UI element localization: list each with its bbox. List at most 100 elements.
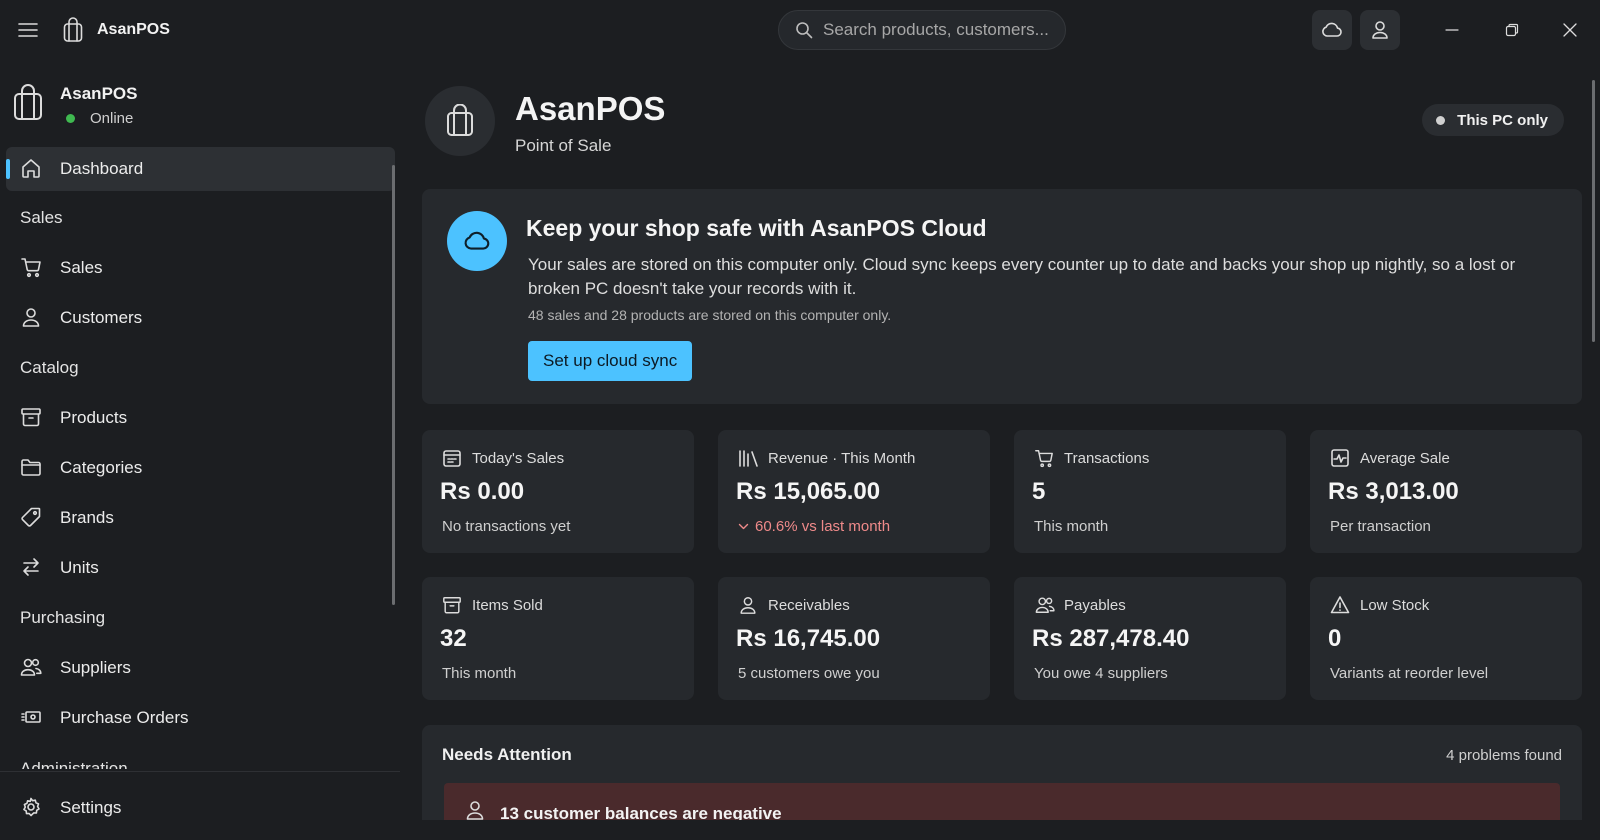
stat-card-payables[interactable]: Payables Rs 287,478.40 You owe 4 supplie… xyxy=(1014,577,1286,700)
sidebar-item-label: Settings xyxy=(60,798,122,817)
nav-section-sales: Sales xyxy=(20,208,63,227)
archive-icon xyxy=(442,595,462,615)
nav-section-purchasing: Purchasing xyxy=(20,608,106,627)
stat-card-average-sale[interactable]: Average Sale Rs 3,013.00 Per transaction xyxy=(1310,430,1582,553)
sidebar-item-label: Brands xyxy=(60,508,114,527)
status-text: Online xyxy=(90,110,134,127)
stat-label: Average Sale xyxy=(1360,450,1450,467)
main-content: AsanPOS Point of Sale This PC only Keep … xyxy=(410,60,1600,820)
storage-badge[interactable]: This PC only xyxy=(1422,104,1564,136)
stat-subtext: Per transaction xyxy=(1330,518,1431,535)
stat-label: Revenue · This Month xyxy=(768,450,916,467)
app-logo xyxy=(425,86,495,156)
setup-cloud-sync-button[interactable]: Set up cloud sync xyxy=(528,341,693,381)
home-icon xyxy=(20,157,42,179)
stat-card-receivables[interactable]: Receivables Rs 16,745.00 5 customers owe… xyxy=(718,577,990,700)
cloud-button[interactable] xyxy=(1312,10,1352,50)
stat-subtext: 5 customers owe you xyxy=(738,665,880,682)
stat-label: Low Stock xyxy=(1360,597,1430,614)
minimize-icon xyxy=(1445,23,1459,37)
search-icon xyxy=(795,21,813,39)
stat-value: 0 xyxy=(1328,625,1342,652)
stat-subtext: No transactions yet xyxy=(442,518,571,535)
cloud-promo-note: 48 sales and 28 products are stored on t… xyxy=(528,307,892,323)
sidebar-item-settings[interactable]: Settings xyxy=(6,786,395,830)
sidebar-divider xyxy=(0,771,400,772)
nav-section-catalog: Catalog xyxy=(20,358,79,377)
gear-icon xyxy=(20,796,42,818)
sidebar-item-sales[interactable]: Sales xyxy=(6,246,395,290)
sidebar-item-units[interactable]: Units xyxy=(6,546,395,590)
sidebar-item-suppliers[interactable]: Suppliers xyxy=(6,646,395,690)
sidebar-item-dashboard[interactable]: Dashboard xyxy=(6,147,395,191)
calendar-icon xyxy=(442,448,462,468)
stat-label: Payables xyxy=(1064,597,1126,614)
sidebar-item-label: Sales xyxy=(60,258,103,277)
cash-icon xyxy=(20,706,42,728)
sidebar-item-label: Customers xyxy=(60,308,143,327)
sidebar-scrollbar[interactable] xyxy=(392,165,395,605)
sidebar-item-customers[interactable]: Customers xyxy=(6,296,395,340)
shopping-bag-icon xyxy=(62,17,84,43)
sidebar-item-brands[interactable]: Brands xyxy=(6,496,395,540)
swap-arrows-icon xyxy=(20,556,42,578)
sidebar-app-name: AsanPOS xyxy=(60,84,138,103)
cloud-promo-body: Your sales are stored on this computer o… xyxy=(528,255,1516,298)
account-button[interactable] xyxy=(1360,10,1400,50)
stat-value: 5 xyxy=(1032,478,1046,505)
status-dot xyxy=(1436,115,1446,125)
activity-icon xyxy=(1330,448,1350,468)
main-scrollbar[interactable] xyxy=(1592,80,1595,342)
page-title: AsanPOS xyxy=(515,90,666,127)
stat-card-transactions[interactable]: Transactions 5 This month xyxy=(1014,430,1286,553)
sidebar-item-products[interactable]: Products xyxy=(6,396,395,440)
stat-card-low-stock[interactable]: Low Stock 0 Variants at reorder level xyxy=(1310,577,1582,700)
stat-subtext: 60.6% vs last month xyxy=(755,518,891,535)
stat-value: 32 xyxy=(440,625,467,652)
stat-value: Rs 3,013.00 xyxy=(1328,478,1459,505)
page-subtitle: Point of Sale xyxy=(515,136,612,155)
stat-subtext: You owe 4 suppliers xyxy=(1034,665,1168,682)
close-button[interactable] xyxy=(1558,18,1582,42)
hamburger-icon[interactable] xyxy=(16,18,40,42)
bar-chart-icon xyxy=(738,448,760,468)
search-input[interactable]: Search products, customers... xyxy=(778,10,1066,50)
cart-icon xyxy=(20,256,42,278)
nav-section-administration: Administration xyxy=(20,759,128,769)
attention-item-text: 13 customer balances are negative xyxy=(500,804,782,820)
folder-icon xyxy=(20,456,42,478)
sidebar-item-purchase-orders[interactable]: Purchase Orders xyxy=(6,696,395,740)
cart-icon xyxy=(1034,448,1054,468)
warning-icon xyxy=(1330,595,1350,615)
stat-value: Rs 0.00 xyxy=(440,478,525,505)
restore-button[interactable] xyxy=(1500,18,1524,42)
restore-icon xyxy=(1505,23,1519,37)
stat-subtext: Variants at reorder level xyxy=(1330,665,1489,682)
archive-icon xyxy=(20,406,42,428)
attention-item[interactable]: 13 customer balances are negative xyxy=(444,783,1560,820)
sidebar-item-label: Products xyxy=(60,408,128,427)
sidebar-item-label: Purchase Orders xyxy=(60,708,189,727)
shopping-bag-icon xyxy=(445,104,475,138)
close-icon xyxy=(1562,22,1578,38)
problem-count: 4 problems found xyxy=(1446,747,1562,764)
stat-card-revenue[interactable]: Revenue · This Month Rs 15,065.00 60.6% … xyxy=(718,430,990,553)
sidebar: AsanPOS Online Dashboard Sales Sales Cus… xyxy=(0,60,400,840)
user-icon xyxy=(464,799,486,820)
needs-attention-panel: Needs Attention 4 problems found 13 cust… xyxy=(422,725,1582,820)
online-status-dot xyxy=(66,114,75,123)
stat-value: Rs 287,478.40 xyxy=(1032,625,1190,652)
sidebar-item-categories[interactable]: Categories xyxy=(6,446,395,490)
tag-icon xyxy=(20,506,42,528)
search-placeholder: Search products, customers... xyxy=(823,20,1049,39)
sidebar-item-label: Dashboard xyxy=(60,159,144,178)
minimize-button[interactable] xyxy=(1440,18,1464,42)
cloud-icon xyxy=(1320,18,1344,42)
shopping-bag-icon xyxy=(12,84,44,122)
stat-card-todays-sales[interactable]: Today's Sales Rs 0.00 No transactions ye… xyxy=(422,430,694,553)
user-icon xyxy=(20,306,42,328)
stat-value: Rs 15,065.00 xyxy=(736,478,881,505)
needs-attention-title: Needs Attention xyxy=(442,745,572,764)
sidebar-item-label: Suppliers xyxy=(60,658,131,677)
stat-card-items-sold[interactable]: Items Sold 32 This month xyxy=(422,577,694,700)
